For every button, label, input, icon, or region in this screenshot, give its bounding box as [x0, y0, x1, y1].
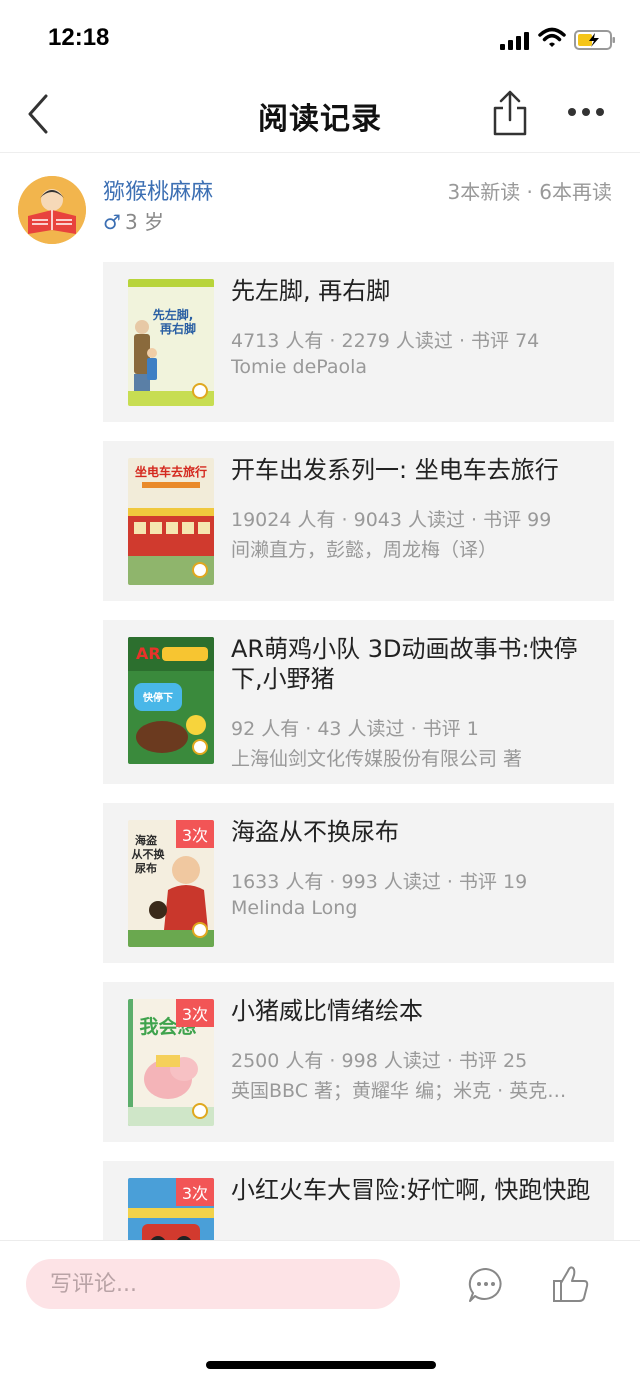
share-icon[interactable] — [490, 90, 530, 136]
reading-stats: 3本新读 · 6本再读 — [447, 180, 612, 204]
book-author: Melinda Long — [231, 897, 358, 919]
avatar[interactable] — [18, 176, 86, 244]
signal-icon — [500, 30, 532, 50]
book-author: 英国BBC 著；黄耀华 编；米克 · 英克… — [231, 1080, 567, 1102]
book-card[interactable]: 先左脚, 再右脚 先左脚, 再右脚 4713 人有 · 2279 人读过 · 书… — [103, 262, 614, 422]
wifi-icon — [538, 26, 566, 50]
book-title: 海盗从不换尿布 — [231, 818, 399, 846]
age-value: 3 岁 — [124, 210, 165, 234]
book-cover[interactable]: 3次 — [128, 1178, 214, 1240]
book-title: 小猪威比情绪绘本 — [231, 997, 423, 1025]
book-stats: 92 人有 · 43 人读过 · 书评 1 — [231, 718, 479, 740]
like-icon[interactable] — [550, 1263, 592, 1305]
book-stats: 1633 人有 · 993 人读过 · 书评 19 — [231, 871, 528, 893]
book-card[interactable]: 坐电车去旅行 开车出发系列一: 坐电车去旅行 19024 人有 · 9043 人… — [103, 441, 614, 601]
battery-icon — [574, 30, 615, 50]
navigation-bar: 阅读记录 — [0, 80, 640, 153]
book-cover[interactable]: 坐电车去旅行 — [128, 458, 214, 585]
bottom-bar — [0, 1240, 640, 1386]
home-indicator — [206, 1361, 436, 1369]
book-stats: 4713 人有 · 2279 人读过 · 书评 74 — [231, 330, 540, 352]
read-times-badge: 3次 — [175, 1178, 214, 1206]
book-title: AR萌鸡小队 3D动画故事书:快停下,小野猪 — [231, 635, 578, 693]
book-author: 上海仙剑文化传媒股份有限公司 著 — [231, 748, 523, 770]
svg-text:再右脚: 再右脚 — [160, 321, 196, 336]
book-cover[interactable]: 我会想 3次 — [128, 999, 214, 1126]
user-age: ♂ 3 岁 — [103, 206, 164, 235]
book-author: 间濑直方，彭懿，周龙梅（译） — [231, 539, 498, 561]
book-cover[interactable]: 先左脚, 再右脚 — [128, 279, 214, 406]
profile-section: 猕猴桃麻麻 ♂ 3 岁 3本新读 · 6本再读 — [0, 160, 640, 250]
book-cover[interactable]: AR 快停下 — [128, 637, 214, 764]
svg-text:AR: AR — [136, 644, 161, 663]
svg-text:坐电车去旅行: 坐电车去旅行 — [135, 464, 207, 479]
svg-text:海盗: 海盗 — [135, 833, 157, 847]
read-times-badge: 3次 — [175, 820, 214, 848]
svg-text:快停下: 快停下 — [142, 691, 173, 704]
status-time: 12:18 — [48, 24, 110, 51]
book-author: Tomie dePaola — [231, 356, 368, 378]
user-name[interactable]: 猕猴桃麻麻 — [103, 174, 213, 206]
book-stats: 2500 人有 · 998 人读过 · 书评 25 — [231, 1050, 528, 1072]
book-title: 小红火车大冒险:好忙啊, 快跑快跑 — [231, 1176, 591, 1204]
svg-text:从不换: 从不换 — [132, 847, 166, 861]
comment-input[interactable] — [26, 1259, 400, 1309]
comment-icon[interactable] — [466, 1265, 506, 1305]
book-title: 开车出发系列一: 坐电车去旅行 — [231, 456, 559, 484]
page-title: 阅读记录 — [258, 102, 382, 137]
status-bar: 12:18 — [0, 0, 640, 80]
male-icon: ♂ — [103, 210, 121, 234]
book-cover[interactable]: 海盗 从不换 尿布 3次 — [128, 820, 214, 947]
svg-text:尿布: 尿布 — [135, 861, 157, 875]
book-card[interactable]: 海盗 从不换 尿布 3次 海盗从不换尿布 1633 人有 · 993 人读过 ·… — [103, 803, 614, 963]
book-card[interactable]: 3次 小红火车大冒险:好忙啊, 快跑快跑 — [103, 1161, 614, 1240]
read-times-badge: 3次 — [175, 999, 214, 1027]
book-card[interactable]: AR 快停下 AR萌鸡小队 3D动画故事书:快停下,小野猪 92 人有 · 43… — [103, 620, 614, 784]
book-card[interactable]: 我会想 3次 小猪威比情绪绘本 2500 人有 · 998 人读过 · 书评 2… — [103, 982, 614, 1142]
book-stats: 19024 人有 · 9043 人读过 · 书评 99 — [231, 509, 552, 531]
book-title: 先左脚, 再右脚 — [231, 277, 391, 305]
more-icon[interactable] — [566, 102, 606, 122]
svg-text:先左脚,: 先左脚, — [153, 307, 194, 322]
